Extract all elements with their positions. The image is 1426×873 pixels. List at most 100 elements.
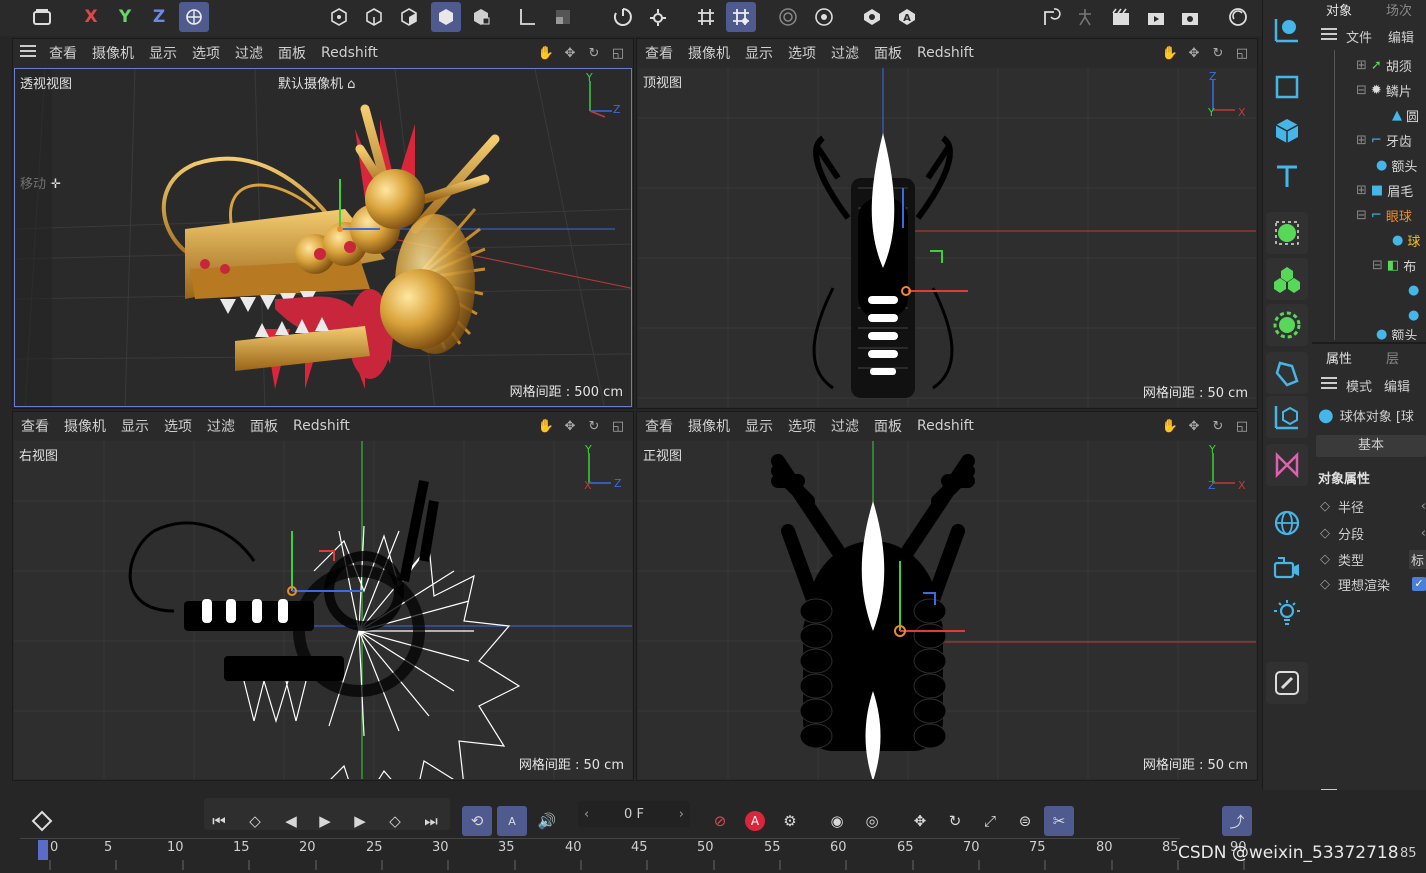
chevron-left-icon[interactable]: ‹ [584,807,589,822]
key-scale-icon[interactable]: ⤢ [975,806,1005,836]
tree-row[interactable]: ● [1312,278,1426,302]
render-settings-clapper-icon[interactable] [1175,2,1205,32]
tree-row[interactable]: ▲ 圆 [1312,103,1426,127]
collapse-icon[interactable]: ⊟ [1356,208,1367,223]
redshift-icon[interactable] [1223,2,1253,32]
chevron-left-icon[interactable]: ‹ [1421,526,1426,541]
world-coord-button[interactable] [179,2,209,32]
keyframe-diamond-icon[interactable]: ◇ [1320,526,1330,541]
play-icon[interactable]: ▶ [310,806,340,836]
record-icon[interactable]: ⊘ [705,806,735,836]
menu-file[interactable]: 文件 [1346,27,1372,46]
motion-record-icon[interactable]: ◉ [822,806,852,836]
field-icon[interactable] [1266,396,1308,438]
effector-icon[interactable] [1266,304,1308,346]
maximize-view-icon[interactable]: ◱ [1233,44,1251,62]
pan-hand-icon[interactable]: ✋ [537,417,555,435]
tree-row[interactable]: ● 球 [1312,228,1426,252]
move-view-icon[interactable]: ✥ [561,417,579,435]
render-region-icon[interactable] [773,2,803,32]
grid-snap-icon[interactable] [691,2,721,32]
menu-options[interactable]: 选项 [788,416,816,436]
expand-icon[interactable]: ⊞ [1356,133,1367,148]
workplane-snap-icon[interactable] [726,2,756,32]
viewport-top[interactable]: 查看 摄像机 显示 选项 过滤 面板 Redshift ✋ ✥ ↻ ◱ 顶视图 … [636,38,1258,409]
maximize-view-icon[interactable]: ◱ [1233,417,1251,435]
render-picture-viewer-icon[interactable] [1141,2,1171,32]
key-rotation-icon[interactable]: ↻ [940,806,970,836]
viewport-right[interactable]: 查看 摄像机 显示 选项 过滤 面板 Redshift ✋ ✥ ↻ ◱ 右视图 … [12,411,634,781]
menu-view[interactable]: 查看 [49,43,77,63]
tab-attributes[interactable]: 属性 [1326,348,1352,368]
tree-row[interactable]: ● [1312,303,1426,327]
tab-layers[interactable]: 层 [1386,348,1399,368]
viewport-perspective[interactable]: 查看 摄像机 显示 选项 过滤 面板 Redshift ✋ ✥ ↻ ◱ 透视视图… [12,38,634,409]
frame-field[interactable]: ‹ 0 F › [578,801,690,827]
edit-tag-icon[interactable] [1266,662,1308,704]
menu-filter[interactable]: 过滤 [207,416,235,436]
keyframe-diamond-icon[interactable]: ◇ [1320,577,1330,592]
key-settings-gear-icon[interactable]: ⚙ [775,806,805,836]
hamburger-icon[interactable] [1320,27,1338,45]
tab-objects[interactable]: 对象 [1326,0,1352,20]
edges-mode-icon[interactable] [359,2,389,32]
deformer-icon[interactable] [1266,352,1308,394]
viewport-canvas[interactable]: 正视图 网格间距 : 50 cm Y X Z [638,441,1256,779]
viewport-canvas[interactable]: 顶视图 网格间距 : 50 cm Z X Y [638,68,1256,407]
pan-hand-icon[interactable]: ✋ [1161,44,1179,62]
move-view-icon[interactable]: ✥ [1185,44,1203,62]
autokey-icon[interactable]: A [497,806,527,836]
menu-redshift[interactable]: Redshift [321,45,378,61]
rotate-view-icon[interactable] [1036,2,1066,32]
menu-display[interactable]: 显示 [745,416,773,436]
snap-settings-icon[interactable] [643,2,673,32]
axis-z-lock-button[interactable]: Z [144,2,174,32]
expand-icon[interactable]: ⊞ [1356,58,1367,73]
collapse-icon[interactable]: ⊟ [1356,83,1367,98]
menu-camera[interactable]: 摄像机 [688,416,730,436]
go-to-end-icon[interactable]: ⏭ [416,806,446,836]
menu-redshift[interactable]: Redshift [293,418,350,434]
menu-options[interactable]: 选项 [788,43,816,63]
expand-icon[interactable]: ⊞ [1356,183,1367,198]
menu-redshift[interactable]: Redshift [917,418,974,434]
tree-row[interactable]: ⊟ ⌐ 眼球 [1312,203,1426,227]
text-icon[interactable] [1266,155,1308,197]
menu-edit[interactable]: 编辑 [1388,27,1414,46]
scheme-icon[interactable]: ◎ [857,806,887,836]
viewport-canvas[interactable]: 右视图 网格间距 : 50 cm Y Z X [14,441,632,779]
tree-row[interactable]: ⊟ ◧ 布 [1312,253,1426,277]
tab-basic[interactable]: 基本 [1316,435,1426,457]
prev-frame-icon[interactable]: ◀ [276,806,306,836]
checkbox-checked[interactable]: ✓ [1412,577,1426,591]
hamburger-icon[interactable] [1320,376,1338,394]
key-param-icon[interactable]: ⊜ [1010,806,1040,836]
menu-display[interactable]: 显示 [745,43,773,63]
go-to-start-icon[interactable]: ⏮ [204,806,234,836]
menu-display[interactable]: 显示 [149,43,177,63]
render-settings-icon[interactable] [809,2,839,32]
move-view-icon[interactable]: ✥ [561,44,579,62]
prop-row-segments[interactable]: ◇ 分段 ‹ [1320,522,1426,544]
chevron-left-icon[interactable]: ‹ [1421,499,1426,514]
menu-options[interactable]: 选项 [164,416,192,436]
current-frame[interactable]: 0 F [624,807,644,822]
tab-takes[interactable]: 场次 [1386,0,1412,20]
next-frame-icon[interactable]: ▶ [345,806,375,836]
menu-camera[interactable]: 摄像机 [64,416,106,436]
material-icon[interactable] [857,2,887,32]
pan-hand-icon[interactable]: ✋ [537,44,555,62]
menu-options[interactable]: 选项 [192,43,220,63]
tree-row[interactable]: ⊞ ⌐ 牙齿 [1312,128,1426,152]
axis-y-lock-button[interactable]: Y [110,2,140,32]
keyframe-diamond-icon[interactable] [27,806,57,836]
rotate-view-icon[interactable]: ↻ [585,417,603,435]
spline-rect-icon[interactable] [1266,66,1308,108]
subdivision-icon[interactable] [1266,212,1308,254]
menu-filter[interactable]: 过滤 [831,43,859,63]
menu-edit[interactable]: 编辑 [1384,376,1410,395]
tree-row[interactable]: ⊞ ➚ 胡须 [1312,53,1426,77]
points-mode-icon[interactable] [324,2,354,32]
menu-camera[interactable]: 摄像机 [92,43,134,63]
hamburger-icon[interactable] [19,44,41,62]
